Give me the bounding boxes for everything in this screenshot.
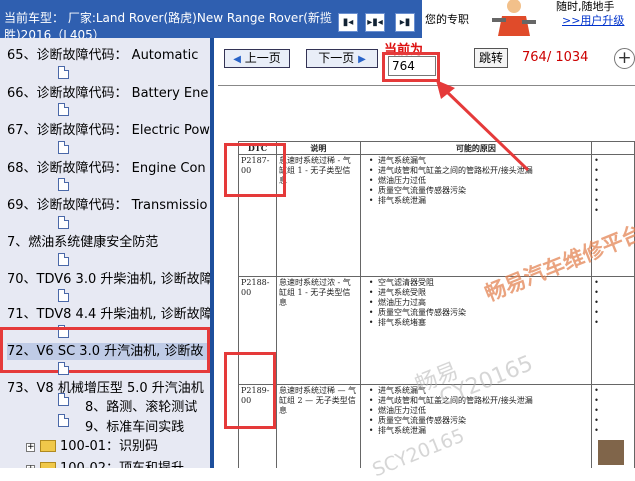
annotation-arrow-icon	[436, 80, 530, 172]
corner-logo-icon	[598, 440, 624, 465]
